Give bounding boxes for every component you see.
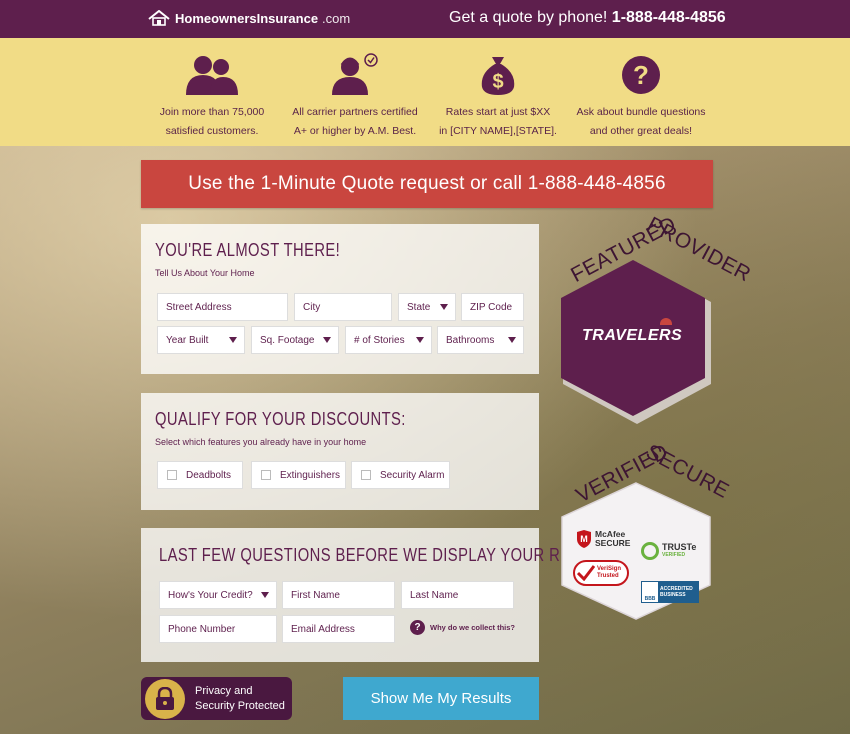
truste-icon xyxy=(641,542,659,560)
bathrooms-select[interactable]: Bathrooms xyxy=(437,326,524,354)
chevron-down-icon xyxy=(416,337,424,343)
feature-customers: Join more than 75,000 satisfied customer… xyxy=(137,53,287,141)
truste-label: TRUSTe xyxy=(662,542,697,552)
chevron-down-icon xyxy=(323,337,331,343)
truste-sub: VERIFIED xyxy=(662,552,686,558)
logo-name: HomeownersInsurance xyxy=(175,10,319,26)
verisign-line2: Trusted xyxy=(597,573,619,579)
credit-select[interactable]: How's Your Credit? xyxy=(159,581,277,609)
privacy-line2: Security Protected xyxy=(195,699,285,712)
state-select[interactable]: State xyxy=(398,293,456,321)
why-collect-link[interactable]: ? Why do we collect this? xyxy=(410,620,515,635)
checkbox-box[interactable] xyxy=(361,470,371,480)
feature-line2: satisfied customers. xyxy=(165,125,259,137)
year-built-label: Year Built xyxy=(166,334,209,346)
privacy-badge: Privacy and Security Protected xyxy=(141,677,292,720)
agent-certified-icon xyxy=(280,53,430,95)
email-address-input[interactable]: Email Address xyxy=(282,615,395,643)
features-band: Join more than 75,000 satisfied customer… xyxy=(0,38,850,146)
house-icon xyxy=(148,10,170,26)
phone-prefix: Get a quote by phone! xyxy=(449,9,608,26)
state-label: State xyxy=(407,301,431,313)
feature-line1: All carrier partners certified xyxy=(292,106,418,118)
year-built-select[interactable]: Year Built xyxy=(157,326,245,354)
lock-icon xyxy=(145,678,185,719)
logo-tld: .com xyxy=(322,10,351,26)
feature-line2: and other great deals! xyxy=(589,125,693,137)
stories-select[interactable]: # of Stories xyxy=(345,326,432,354)
feature-rates: $ Rates start at just $XX in [CITY NAME]… xyxy=(423,53,573,141)
bbb-tag: BBB xyxy=(642,582,658,602)
chevron-down-icon xyxy=(508,337,516,343)
panel-title: Qualify for your discounts: xyxy=(155,409,406,429)
umbrella-icon xyxy=(660,318,672,325)
money-bag-icon: $ xyxy=(423,53,573,95)
option-label: Deadbolts xyxy=(186,469,232,481)
feature-certified: All carrier partners certified A+ or hig… xyxy=(280,53,430,141)
bbb-line2: BUSINESS xyxy=(660,592,686,598)
option-label: Extinguishers xyxy=(280,469,341,481)
question-icon: ? xyxy=(566,53,716,95)
svg-text:$: $ xyxy=(492,71,503,93)
bbb-badge[interactable]: BBB ACCREDITED BUSINESS xyxy=(641,581,699,603)
svg-text:?: ? xyxy=(633,60,649,90)
svg-text:M: M xyxy=(580,534,588,544)
checkmark-icon xyxy=(577,565,595,581)
security-alarm-checkbox[interactable]: Security Alarm xyxy=(351,461,450,489)
credit-label: How's Your Credit? xyxy=(168,589,253,601)
chevron-down-icon xyxy=(229,337,237,343)
verisign-badge[interactable]: VeriSign Trusted xyxy=(573,560,629,586)
bathrooms-label: Bathrooms xyxy=(446,334,495,346)
why-label: Why do we collect this? xyxy=(430,623,516,632)
zip-code-input[interactable]: ZIP Code xyxy=(461,293,524,321)
sq-footage-label: Sq. Footage xyxy=(260,334,315,346)
verisign-line1: VeriSign xyxy=(597,566,622,572)
question-icon: ? xyxy=(410,620,425,635)
site-logo[interactable]: HomeownersInsurance .com xyxy=(147,10,350,26)
deadbolts-checkbox[interactable]: Deadbolts xyxy=(157,461,243,489)
street-address-input[interactable]: Street Address xyxy=(157,293,288,321)
mcafee-line2: SECURE xyxy=(595,538,631,548)
checkbox-box[interactable] xyxy=(167,470,177,480)
sq-footage-select[interactable]: Sq. Footage xyxy=(251,326,339,354)
provider-name: TRAVELERS xyxy=(582,327,683,344)
quote-banner: Use the 1-Minute Quote request or call 1… xyxy=(141,160,713,208)
mcafee-shield-icon: M xyxy=(577,530,591,548)
feature-line1: Join more than 75,000 xyxy=(159,106,265,118)
mcafee-badge[interactable]: M McAfee SECURE xyxy=(576,530,630,548)
phone-number[interactable]: 1-888-448-4856 xyxy=(612,9,726,26)
chevron-down-icon xyxy=(261,592,269,598)
feature-line1: Rates start at just $XX xyxy=(445,106,551,118)
first-name-input[interactable]: First Name xyxy=(282,581,395,609)
discounts-panel: Qualify for your discounts: Select which… xyxy=(141,393,539,510)
last-name-input[interactable]: Last Name xyxy=(401,581,514,609)
people-icon xyxy=(137,53,287,95)
header-phone: Get a quote by phone! 1-888-448-4856 xyxy=(449,9,726,27)
travelers-logo[interactable]: TRAVELERS xyxy=(582,318,683,345)
chevron-down-icon xyxy=(440,304,448,310)
phone-number-input[interactable]: Phone Number xyxy=(159,615,277,643)
feature-line2: A+ or higher by A.M. Best. xyxy=(293,125,417,137)
show-results-button[interactable]: Show Me My Results xyxy=(343,677,539,720)
panel-subtitle: Tell Us About Your Home xyxy=(155,268,255,278)
feature-bundle: ? Ask about bundle questions and other g… xyxy=(566,53,716,141)
feature-line1: Ask about bundle questions xyxy=(576,106,706,118)
feature-line2: in [CITY NAME],[STATE]. xyxy=(439,125,557,137)
city-input[interactable]: City xyxy=(294,293,392,321)
privacy-line1: Privacy and xyxy=(195,684,253,697)
panel-subtitle: Select which features you already have i… xyxy=(155,437,367,447)
stories-label: # of Stories xyxy=(354,334,405,346)
extinguishers-checkbox[interactable]: Extinguishers xyxy=(251,461,346,489)
panel-title: Last few questions before we display you… xyxy=(159,545,619,565)
checkbox-box[interactable] xyxy=(261,470,271,480)
top-bar: HomeownersInsurance .com Get a quote by p… xyxy=(0,0,850,38)
truste-badge[interactable]: TRUSTe VERIFIED xyxy=(641,542,696,560)
panel-title: You're almost there! xyxy=(155,240,341,260)
option-label: Security Alarm xyxy=(380,469,445,481)
